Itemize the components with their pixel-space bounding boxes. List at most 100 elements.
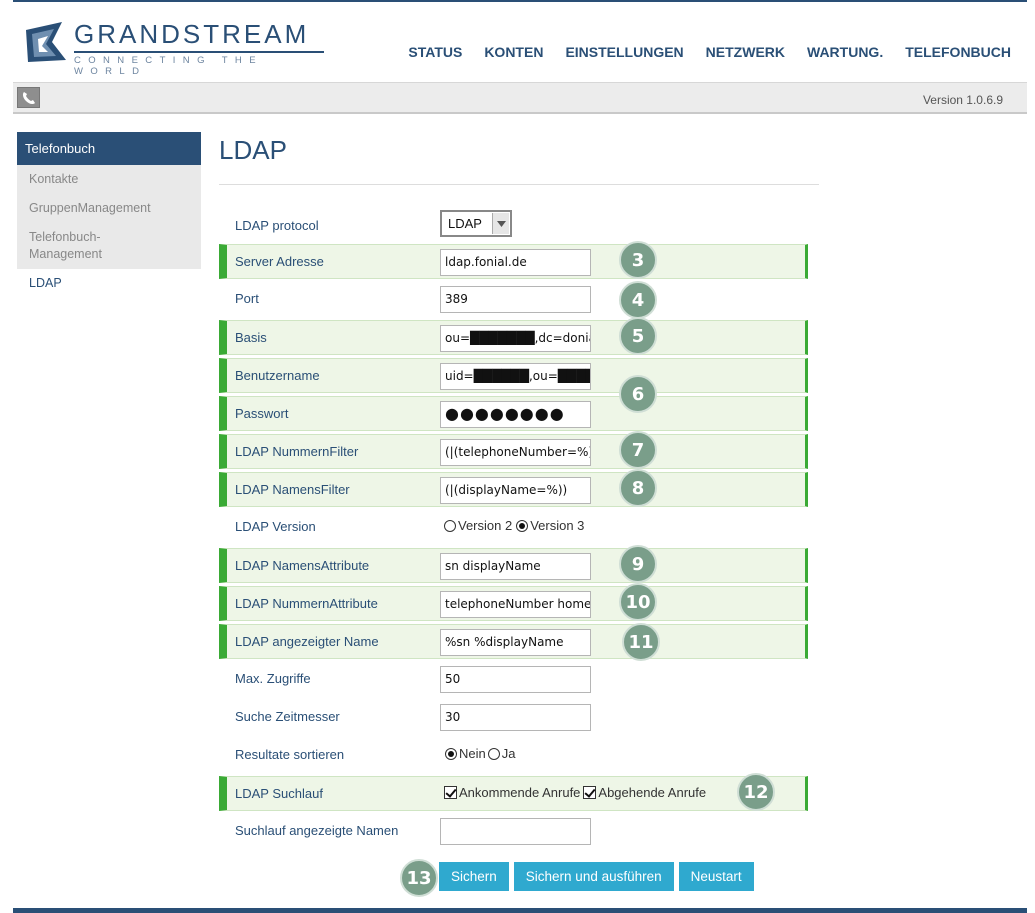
- annotation-badge: 8: [619, 469, 657, 507]
- row-max-hits: Max. Zugriffe 50: [219, 662, 808, 697]
- password-input[interactable]: ●●●●●●●●: [440, 401, 591, 428]
- row-ldap-lookup: LDAP Suchlauf Ankommende Anrufe Abgehend…: [219, 776, 808, 811]
- annotation-badge: 3: [619, 241, 657, 279]
- nav-status[interactable]: STATUS: [408, 44, 462, 60]
- brand: GRANDSTREAM CONNECTING THE WORLD: [74, 20, 324, 77]
- basis-label: Basis: [235, 330, 267, 345]
- nav-wartung[interactable]: WARTUNG.: [807, 44, 883, 60]
- phone-icon[interactable]: [17, 87, 40, 108]
- grandstream-logo-icon[interactable]: [22, 20, 68, 71]
- sidebar-item-ldap[interactable]: LDAP: [17, 269, 201, 298]
- name-filter-input[interactable]: (|(displayName=%)): [440, 477, 591, 504]
- ldap-protocol-value: LDAP: [448, 216, 482, 231]
- sidebar-item-kontakte[interactable]: Kontakte: [17, 165, 201, 194]
- row-name-filter: LDAP NamensFilter (|(displayName=%)): [219, 472, 808, 507]
- ldap-protocol-select[interactable]: LDAP: [440, 210, 512, 237]
- nav-telefonbuch[interactable]: TELEFONBUCH: [905, 44, 1011, 60]
- number-filter-input[interactable]: (|(telephoneNumber=%): [440, 439, 591, 466]
- annotation-badge: 9: [619, 545, 657, 583]
- row-password: Passwort ●●●●●●●●: [219, 396, 808, 431]
- sort-no-radio[interactable]: [445, 747, 457, 760]
- brand-tagline: CONNECTING THE WORLD: [74, 51, 324, 77]
- search-timeout-label: Suche Zeitmesser: [235, 709, 340, 724]
- nav-einstellungen[interactable]: EINSTELLUNGEN: [565, 44, 683, 60]
- server-address-label: Server Adresse: [235, 254, 324, 269]
- sidebar-item-telefonbuch-management[interactable]: Telefonbuch- Management: [17, 223, 201, 269]
- page-title: LDAP: [219, 135, 287, 165]
- brand-name: GRANDSTREAM: [74, 19, 310, 49]
- main-content: LDAP: [219, 132, 819, 168]
- action-buttons: Sichern Sichern und ausführen Neustart: [439, 862, 754, 891]
- port-label: Port: [235, 291, 259, 306]
- max-hits-input[interactable]: 50: [440, 666, 591, 693]
- max-hits-label: Max. Zugriffe: [235, 671, 311, 686]
- lookup-names-label: Suchlauf angezeigte Namen: [235, 823, 399, 838]
- save-button[interactable]: Sichern: [439, 862, 509, 891]
- ldap-version-options: Version 2 Version 3: [444, 518, 584, 533]
- ldap-lookup-label: LDAP Suchlauf: [235, 786, 323, 801]
- username-input[interactable]: uid=██████,ou=█████: [440, 363, 591, 390]
- row-username: Benutzername uid=██████,ou=█████: [219, 358, 808, 393]
- annotation-badge: 5: [619, 317, 657, 355]
- sort-no-label: Nein: [459, 746, 486, 761]
- name-attribute-input[interactable]: sn displayName: [440, 553, 591, 580]
- version-label: Version 1.0.6.9: [922, 93, 1003, 107]
- outgoing-calls-label: Abgehende Anrufe: [598, 785, 707, 800]
- number-attribute-label: LDAP NummernAttribute: [235, 596, 378, 611]
- nav-konten[interactable]: KONTEN: [484, 44, 543, 60]
- row-lookup-names: Suchlauf angezeigte Namen: [219, 814, 808, 849]
- lookup-names-input[interactable]: [440, 818, 591, 845]
- row-search-timeout: Suche Zeitmesser 30: [219, 700, 808, 735]
- annotation-badge: 11: [622, 623, 660, 661]
- sidebar-menu: Kontakte GruppenManagement Telefonbuch- …: [17, 165, 201, 298]
- incoming-calls-checkbox[interactable]: [444, 786, 457, 799]
- chevron-down-icon[interactable]: [492, 213, 509, 234]
- annotation-badge: 10: [619, 583, 657, 621]
- display-name-input[interactable]: %sn %displayName: [440, 629, 591, 656]
- ldap-version-label: LDAP Version: [235, 519, 316, 534]
- title-divider: [219, 184, 819, 185]
- sort-results-label: Resultate sortieren: [235, 747, 345, 762]
- sidebar-item-gruppenmanagement[interactable]: GruppenManagement: [17, 194, 201, 223]
- annotation-badge: 7: [619, 431, 657, 469]
- display-name-label: LDAP angezeigter Name: [235, 634, 379, 649]
- annotation-badge: 13: [400, 859, 438, 897]
- main-nav: STATUS KONTEN EINSTELLUNGEN NETZWERK WAR…: [408, 44, 1011, 60]
- annotation-badge: 6: [619, 375, 657, 413]
- username-label: Benutzername: [235, 368, 320, 383]
- password-label: Passwort: [235, 406, 289, 421]
- annotation-badge: 4: [619, 281, 657, 319]
- row-number-filter: LDAP NummernFilter (|(telephoneNumber=%): [219, 434, 808, 469]
- sidebar: Telefonbuch Kontakte GruppenManagement T…: [17, 132, 201, 298]
- sort-results-options: Nein Ja: [445, 746, 515, 761]
- version-2-radio[interactable]: [444, 519, 456, 532]
- row-ldap-protocol: LDAP protocol LDAP: [219, 209, 808, 244]
- reboot-button[interactable]: Neustart: [678, 862, 754, 891]
- name-attribute-label: LDAP NamensAttribute: [235, 558, 370, 573]
- version-3-label: Version 3: [530, 518, 585, 533]
- sidebar-title[interactable]: Telefonbuch: [17, 132, 201, 165]
- header: GRANDSTREAM CONNECTING THE WORLD STATUS …: [0, 2, 1035, 82]
- basis-input[interactable]: ou=███████,dc=donial,d: [440, 325, 591, 352]
- save-apply-button[interactable]: Sichern und ausführen: [513, 862, 674, 891]
- status-bar: Version 1.0.6.9: [13, 82, 1027, 114]
- annotation-badge: 12: [737, 773, 775, 811]
- row-basis: Basis ou=███████,dc=donial,d: [219, 320, 808, 355]
- nav-netzwerk[interactable]: NETZWERK: [706, 44, 785, 60]
- server-address-input[interactable]: ldap.fonial.de: [440, 249, 591, 276]
- row-name-attribute: LDAP NamensAttribute sn displayName: [219, 548, 808, 583]
- sort-yes-label: Ja: [501, 746, 516, 761]
- incoming-calls-label: Ankommende Anrufe: [459, 785, 581, 800]
- sort-yes-radio[interactable]: [487, 747, 500, 760]
- version-2-label: Version 2: [458, 518, 513, 533]
- name-filter-label: LDAP NamensFilter: [235, 482, 350, 497]
- ldap-protocol-label: LDAP protocol: [235, 218, 319, 233]
- port-input[interactable]: 389: [440, 286, 591, 313]
- bottom-border: [13, 908, 1027, 913]
- search-timeout-input[interactable]: 30: [440, 704, 591, 731]
- row-server-address: Server Adresse ldap.fonial.de: [219, 244, 808, 279]
- row-port: Port 389: [219, 282, 808, 317]
- outgoing-calls-checkbox[interactable]: [583, 786, 597, 799]
- version-3-radio[interactable]: [516, 519, 529, 532]
- number-attribute-input[interactable]: telephoneNumber homeF: [440, 591, 591, 618]
